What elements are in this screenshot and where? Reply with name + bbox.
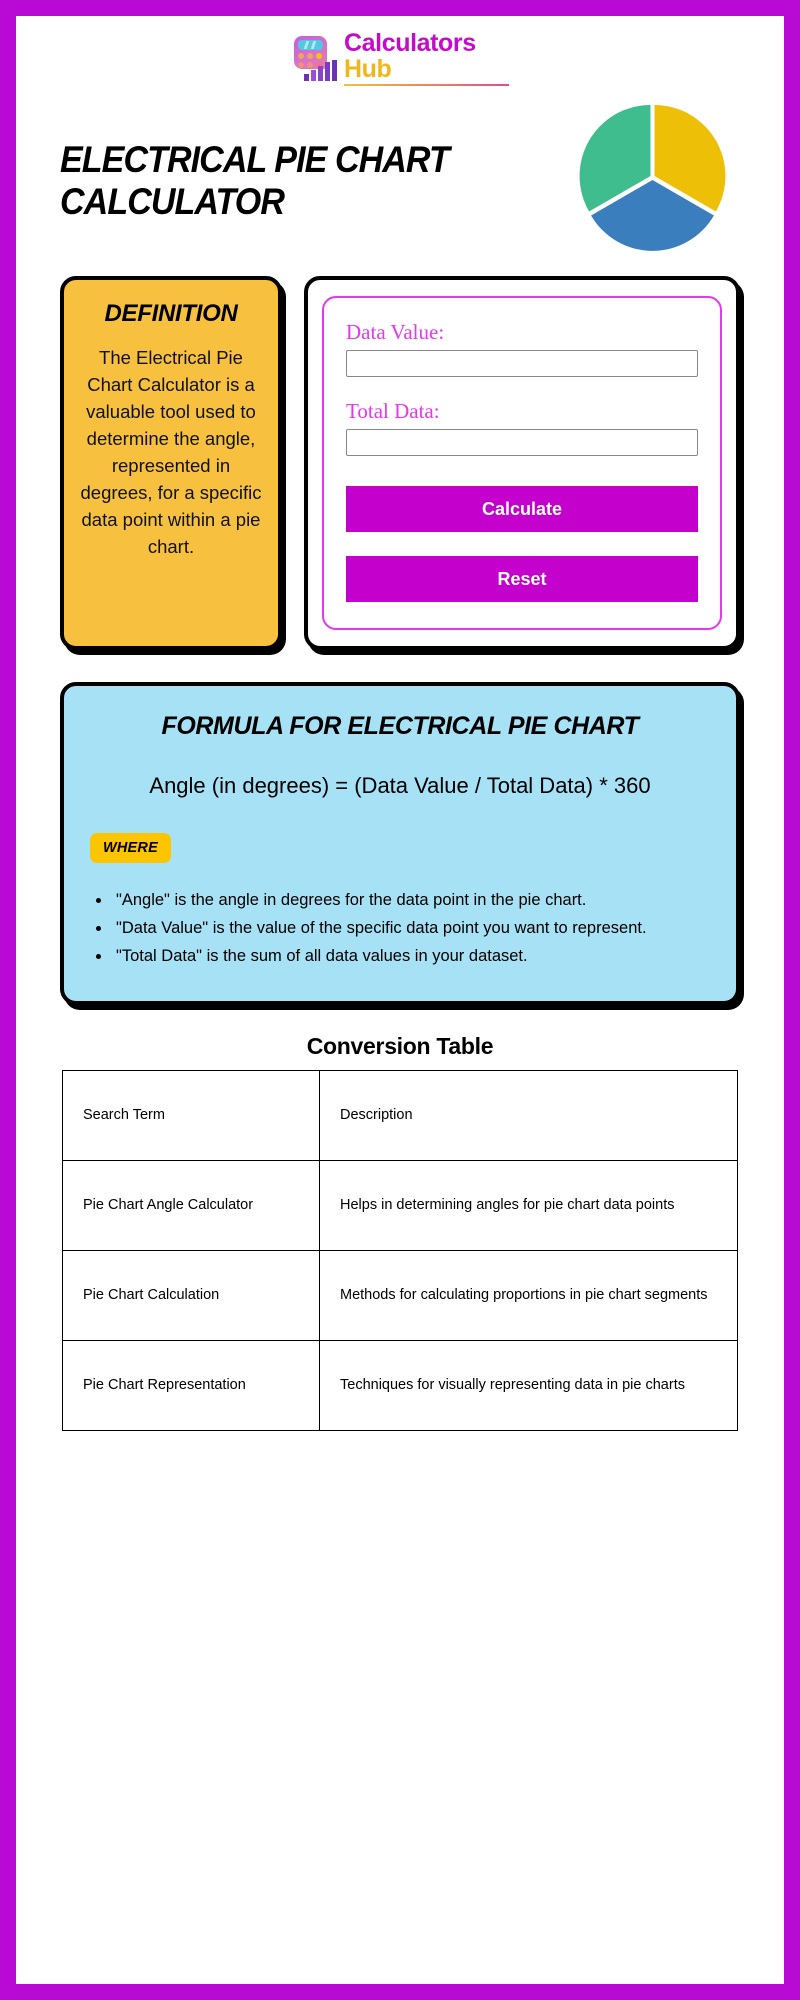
table-cell-description: Helps in determining angles for pie char…: [319, 1160, 738, 1252]
table-header-search-term: Search Term: [62, 1070, 320, 1162]
page-title: ELECTRICAL PIE CHART CALCULATOR: [60, 139, 450, 222]
definition-card: DEFINITION The Electrical Pie Chart Calc…: [60, 276, 282, 650]
infographic-page: Calculators Hub ELECTRICAL PIE CHART CAL…: [16, 16, 784, 1984]
pie-chart-graphic: [565, 101, 740, 261]
formula-heading: FORMULA FOR ELECTRICAL PIE CHART: [161, 712, 639, 740]
table-cell-description: Techniques for visually representing dat…: [319, 1340, 738, 1432]
site-logo-bar: Calculators Hub: [16, 16, 784, 88]
table-header-description: Description: [319, 1070, 738, 1162]
data-value-input[interactable]: [346, 350, 698, 377]
conversion-table: Search Term Description Pie Chart Angle …: [62, 1070, 738, 1432]
calculator-icon: [291, 35, 337, 81]
calculator-card: Data Value: Total Data: Calculate Reset: [304, 276, 740, 650]
calculators-hub-logo[interactable]: Calculators Hub: [291, 28, 509, 86]
table-cell-term: Pie Chart Angle Calculator: [62, 1160, 320, 1252]
total-data-input[interactable]: [346, 429, 698, 456]
bar-chart-icon: [304, 60, 337, 81]
table-row: Pie Chart Representation Techniques for …: [62, 1340, 738, 1432]
list-item: "Data Value" is the value of the specifi…: [112, 917, 710, 939]
definition-heading: DEFINITION: [104, 300, 238, 327]
formula-equation: Angle (in degrees) = (Data Value / Total…: [149, 773, 651, 798]
total-data-label: Total Data:: [346, 399, 440, 423]
logo-word-hub: Hub: [344, 54, 392, 83]
logo-word-calculators: Calculators: [344, 28, 476, 57]
where-badge: WHERE: [90, 832, 171, 863]
list-item: "Angle" is the angle in degrees for the …: [112, 889, 710, 911]
formula-variable-list: "Angle" is the angle in degrees for the …: [112, 889, 710, 968]
calculator-form: Data Value: Total Data: Calculate Reset: [322, 296, 722, 630]
table-row: Pie Chart Calculation Methods for calcul…: [62, 1250, 738, 1342]
pie-chart-svg: [579, 105, 726, 251]
hero-section: ELECTRICAL PIE CHART CALCULATOR: [16, 88, 784, 268]
definition-text: The Electrical Pie Chart Calculator is a…: [80, 347, 262, 557]
cards-row: DEFINITION The Electrical Pie Chart Calc…: [16, 268, 784, 650]
reset-button[interactable]: Reset: [346, 556, 698, 602]
table-header-row: Search Term Description: [62, 1070, 738, 1162]
logo-underline: [344, 83, 509, 86]
formula-card: FORMULA FOR ELECTRICAL PIE CHART Angle (…: [60, 682, 740, 1006]
data-value-label: Data Value:: [346, 320, 445, 344]
table-cell-description: Methods for calculating proportions in p…: [319, 1250, 738, 1342]
table-cell-term: Pie Chart Calculation: [62, 1250, 320, 1342]
table-cell-term: Pie Chart Representation: [62, 1340, 320, 1432]
logo-wordmark: Calculators Hub: [344, 28, 509, 86]
table-row: Pie Chart Angle Calculator Helps in dete…: [62, 1160, 738, 1252]
conversion-table-title: Conversion Table: [306, 1033, 494, 1060]
list-item: "Total Data" is the sum of all data valu…: [112, 945, 710, 967]
calculator-screen-icon: [298, 40, 323, 50]
calculate-button[interactable]: Calculate: [346, 486, 698, 532]
